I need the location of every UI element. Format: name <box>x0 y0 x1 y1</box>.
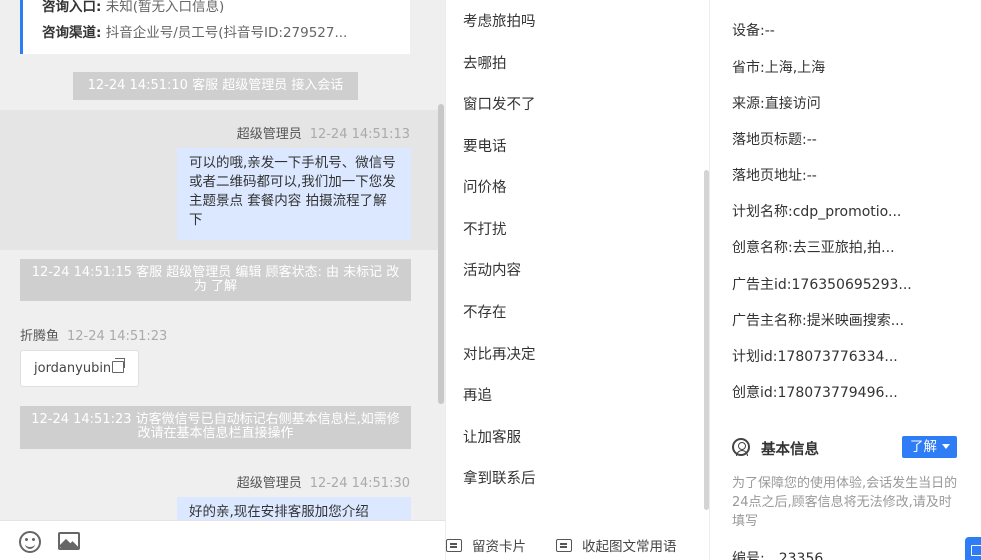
field-value: 上海,上海 <box>764 60 826 76</box>
agent-message-bubble[interactable]: 好的亲,现在安排客服加您介绍 <box>177 497 411 520</box>
quick-reply-item[interactable]: 考虑旅拍吗 <box>463 10 536 31</box>
chat-panel: 咨询入口: 未知(暂无入口信息) 咨询渠道: 抖音企业号/员工号(抖音号ID:2… <box>0 0 445 560</box>
field-label: 广告主id: <box>732 277 792 293</box>
visitor-field-creative-name: 创意名称:去三亚旅拍,拍... <box>732 237 895 257</box>
quick-reply-footer: 留资卡片 收起图文常用语 <box>446 522 710 560</box>
field-value: 去三亚旅拍,拍... <box>792 240 895 256</box>
visitor-message-bubble[interactable]: jordanyubin <box>20 350 139 387</box>
customer-status-label: 了解 <box>910 439 937 455</box>
quick-reply-item[interactable]: 要电话 <box>463 135 507 156</box>
quick-reply-item[interactable]: 不打扰 <box>463 218 507 239</box>
basic-info-header: 基本信息 了解 <box>732 436 962 460</box>
field-value: 178073776334... <box>777 349 898 365</box>
image-icon[interactable] <box>58 532 80 550</box>
visitor-message-text: jordanyubin <box>34 361 112 376</box>
user-icon <box>732 438 750 456</box>
field-value: 直接访问 <box>764 96 821 112</box>
field-value: -- <box>806 132 817 148</box>
visitor-field-advertiser-name: 广告主名称:提米映画搜索... <box>732 310 904 330</box>
field-value: -- <box>764 23 775 39</box>
field-value: cdp_promotio... <box>792 204 902 220</box>
field-label: 创意名称: <box>732 240 793 256</box>
quick-reply-item[interactable]: 不存在 <box>463 301 507 322</box>
visitor-field-plan-name: 计划名称:cdp_promotio... <box>732 201 901 221</box>
customer-status-dropdown[interactable]: 了解 <box>902 436 957 458</box>
message-sender: 超级管理员 <box>236 127 302 142</box>
message-time: 12-24 14:51:30 <box>309 476 410 491</box>
quick-reply-item[interactable]: 对比再决定 <box>463 343 536 364</box>
consult-entry-row: 咨询入口: 未知(暂无入口信息) <box>42 0 410 20</box>
consult-info-card: 咨询入口: 未知(暂无入口信息) 咨询渠道: 抖音企业号/员工号(抖音号ID:2… <box>20 0 410 54</box>
message-sender: 折腾鱼 <box>20 329 60 344</box>
message-icon <box>556 539 572 552</box>
basic-info-title: 基本信息 <box>761 442 819 458</box>
message-meta: 折腾鱼 12-24 14:51:23 <box>20 325 167 344</box>
chevron-down-icon <box>942 444 950 449</box>
quick-reply-item[interactable]: 去哪拍 <box>463 52 507 73</box>
agent-message-bubble[interactable]: 可以的哦,亲发一下手机号、微信号或者二维码都可以,我们加一下您发主题景点 套餐内… <box>177 148 411 240</box>
consult-entry-label: 咨询入口: <box>42 0 102 15</box>
field-label: 广告主名称: <box>732 313 807 329</box>
quick-reply-item[interactable]: 拿到联系后 <box>463 467 536 488</box>
emoji-icon[interactable] <box>19 531 41 553</box>
chat-scrollbar[interactable] <box>438 104 444 404</box>
quick-reply-item[interactable]: 活动内容 <box>463 259 521 280</box>
field-value: 提米映画搜索... <box>806 313 905 329</box>
system-message-wechat: 12-24 14:51:23 访客微信号已自动标记右侧基本信息栏,如需修改请在基… <box>20 406 411 449</box>
field-value: 178073779496... <box>777 385 898 401</box>
message-time: 12-24 14:51:23 <box>67 329 168 344</box>
quick-reply-item[interactable]: 窗口发不了 <box>463 93 536 114</box>
lead-card-label: 留资卡片 <box>472 539 526 555</box>
field-label: 创意id: <box>732 385 778 401</box>
lead-card-button[interactable]: 留资卡片 <box>446 535 526 555</box>
consult-channel-label: 咨询渠道: <box>42 25 102 41</box>
system-message-accept: 12-24 14:51:10 客服 超级管理员 接入会话 <box>73 72 358 100</box>
field-value: -- <box>806 168 817 184</box>
visitor-field-device: 设备:-- <box>732 20 775 40</box>
field-label: 落地页标题: <box>732 132 807 148</box>
consult-channel-row: 咨询渠道: 抖音企业号/员工号(抖音号ID:279527... <box>42 20 410 46</box>
message-time: 12-24 14:51:13 <box>309 127 410 142</box>
consult-entry-value: 未知(暂无入口信息) <box>105 0 225 15</box>
visitor-field-landing-url: 落地页地址:-- <box>732 165 817 185</box>
message-sender: 超级管理员 <box>236 476 302 491</box>
quick-reply-panel: 考虑旅拍吗 去哪拍 窗口发不了 要电话 问价格 不打扰 活动内容 不存在 对比再… <box>445 0 709 560</box>
collapse-phrases-label: 收起图文常用语 <box>582 539 677 555</box>
chat-message-list[interactable]: 咨询入口: 未知(暂无入口信息) 咨询渠道: 抖音企业号/员工号(抖音号ID:2… <box>0 0 445 520</box>
field-label: 落地页地址: <box>732 168 807 184</box>
quick-reply-item[interactable]: 问价格 <box>463 176 507 197</box>
quick-reply-item[interactable]: 再追 <box>463 384 492 405</box>
field-value: 23356 <box>778 551 824 560</box>
field-label: 来源: <box>732 96 765 112</box>
floating-edit-button[interactable] <box>965 537 981 560</box>
visitor-field-region: 省市:上海,上海 <box>732 57 825 77</box>
consult-channel-value: 抖音企业号/员工号(抖音号ID:279527... <box>105 25 348 41</box>
field-label: 编号: <box>732 551 765 560</box>
card-icon <box>446 539 462 552</box>
visitor-info-panel: 设备:-- 省市:上海,上海 来源:直接访问 落地页标题:-- 落地页地址:--… <box>709 0 981 560</box>
field-label: 省市: <box>732 60 765 76</box>
visitor-field-creative-id: 创意id:178073779496... <box>732 382 898 402</box>
copy-icon[interactable] <box>112 358 126 373</box>
message-meta: 超级管理员 12-24 14:51:30 <box>237 472 410 491</box>
visitor-field-plan-id: 计划id:178073776334... <box>732 346 898 366</box>
field-label: 计划名称: <box>732 204 793 220</box>
field-value: 176350695293... <box>791 277 912 293</box>
message-meta: 超级管理员 12-24 14:51:13 <box>237 123 410 142</box>
field-label: 设备: <box>732 23 765 39</box>
visitor-field-number: 编号: 23356 <box>732 548 823 560</box>
chat-input-toolbar <box>0 520 445 560</box>
system-message-status: 12-24 14:51:15 客服 超级管理员 编辑 顾客状态: 由 未标记 改… <box>20 259 411 301</box>
collapse-phrases-button[interactable]: 收起图文常用语 <box>556 535 677 555</box>
quick-reply-item[interactable]: 让加客服 <box>463 426 521 447</box>
visitor-field-advertiser-id: 广告主id:176350695293... <box>732 274 912 294</box>
field-label: 计划id: <box>732 349 778 365</box>
visitor-field-landing-title: 落地页标题:-- <box>732 129 817 149</box>
basic-info-notice: 为了保障您的使用体验,会话发生当日的24点之后,顾客信息将无法修改,请及时填写 <box>732 476 958 529</box>
visitor-field-source: 来源:直接访问 <box>732 93 821 113</box>
